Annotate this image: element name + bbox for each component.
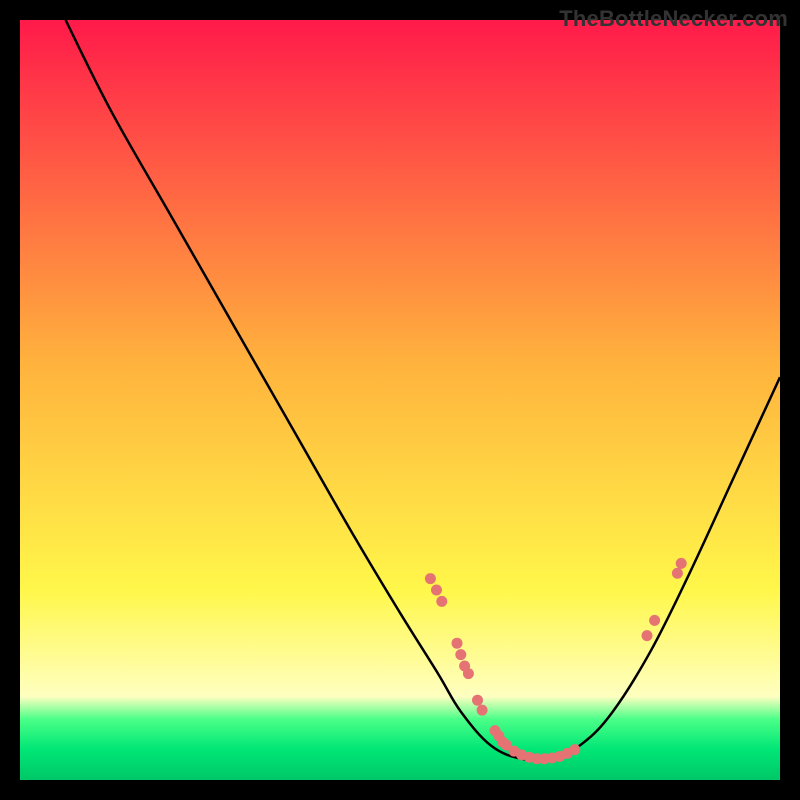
watermark-text: TheBottleNecker.com — [559, 6, 788, 32]
plot-background — [20, 20, 780, 780]
chart-container: TheBottleNecker.com — [0, 0, 800, 800]
plot-frame — [20, 20, 780, 780]
benchmark-dot — [472, 695, 483, 706]
benchmark-dot — [649, 615, 660, 626]
benchmark-dot — [463, 668, 474, 679]
benchmark-dot — [425, 573, 436, 584]
benchmark-dot — [642, 630, 653, 641]
benchmark-dot — [431, 585, 442, 596]
benchmark-dot — [569, 744, 580, 755]
benchmark-dot — [452, 638, 463, 649]
benchmark-dot — [436, 596, 447, 607]
plot-svg — [20, 20, 780, 780]
benchmark-dot — [672, 568, 683, 579]
benchmark-dot — [676, 558, 687, 569]
benchmark-dot — [455, 649, 466, 660]
benchmark-dot — [477, 705, 488, 716]
